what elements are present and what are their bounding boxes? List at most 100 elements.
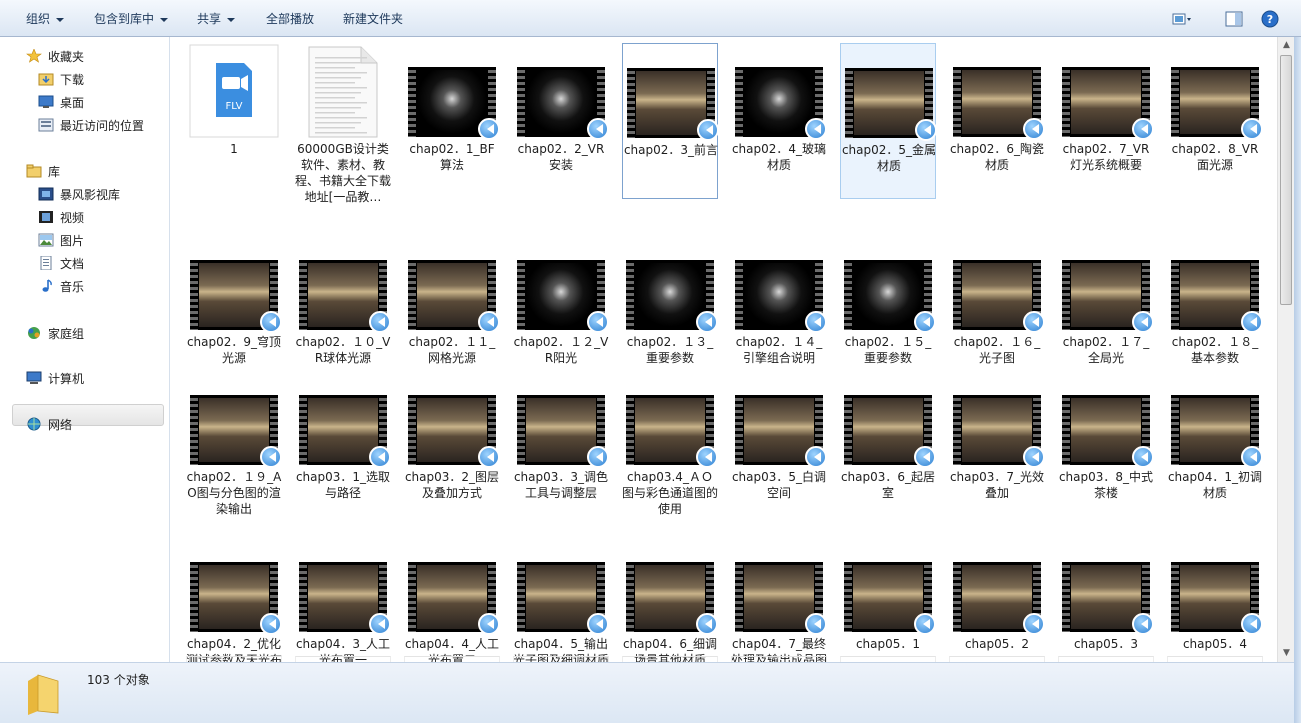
sidebar-network[interactable]: 网络 — [26, 415, 72, 435]
file-tile[interactable]: chap04．6_细调场景其他材质 — [622, 538, 718, 662]
sidebar-item-downloads[interactable]: 下载 — [38, 70, 84, 90]
file-tile[interactable]: chap03．1_选取与路径 — [295, 371, 391, 500]
file-thumbnail — [186, 538, 282, 635]
file-tile[interactable]: chap02．8_VR面光源 — [1167, 43, 1263, 199]
sidebar-favorites[interactable]: 收藏夹 — [26, 47, 84, 67]
file-thumbnail — [1167, 43, 1263, 140]
downloads-folder-icon — [38, 72, 54, 86]
share-button[interactable]: 共享 — [197, 11, 236, 27]
file-tile[interactable]: chap02．１７_全局光 — [1058, 236, 1154, 365]
flv-file-icon — [189, 44, 279, 138]
video-frame — [1071, 565, 1141, 629]
file-tile[interactable]: chap02．１６_光子图 — [949, 236, 1045, 365]
video-frame — [526, 565, 596, 629]
file-tile[interactable]: chap05．1 — [840, 538, 936, 662]
player-badge-icon — [696, 311, 718, 333]
sidebar-item-label: 暴风影视库 — [60, 188, 121, 202]
video-thumbnail — [1171, 260, 1263, 333]
sidebar-item-documents[interactable]: 文档 — [38, 254, 84, 274]
file-tile[interactable]: chap04．3_人工光布置一 — [295, 538, 391, 662]
file-tile[interactable]: chap04．5_输出光子图及细调材质 — [513, 538, 609, 662]
video-thumbnail — [953, 67, 1045, 140]
file-tile[interactable]: chap03．7_光效叠加 — [949, 371, 1045, 500]
file-tile[interactable]: chap02．6_陶瓷材质 — [949, 43, 1045, 199]
file-tile[interactable]: chap04．2_优化测试参数及天光布置 — [186, 538, 282, 662]
file-tile[interactable]: chap02．１４_引擎组合说明 — [731, 236, 827, 365]
file-thumbnail — [404, 538, 500, 635]
file-tile[interactable]: chap03．6_起居室 — [840, 371, 936, 500]
scrollbar-thumb[interactable] — [1280, 55, 1292, 305]
video-thumbnail — [408, 395, 500, 468]
sidebar-item-pictures[interactable]: 图片 — [38, 231, 84, 251]
preview-pane-button[interactable] — [1224, 10, 1244, 28]
sidebar-homegroup[interactable]: 家庭组 — [26, 324, 84, 344]
file-tile[interactable]: chap02．9_穹顶光源 — [186, 236, 282, 365]
player-badge-icon — [478, 613, 500, 635]
film-strip — [299, 395, 307, 465]
include-in-library-button[interactable]: 包含到库中 — [94, 11, 169, 27]
file-name: chap02．2_VR安装 — [517, 142, 605, 172]
player-badge-icon — [260, 311, 282, 333]
file-thumbnail — [295, 538, 391, 635]
file-tile[interactable]: chap02．3_前言 — [622, 43, 719, 199]
sidebar-computer[interactable]: 计算机 — [26, 369, 84, 389]
file-tile[interactable]: chap02．1_BF算法 — [404, 43, 500, 199]
file-tile[interactable]: chap02．１３_重要参数 — [622, 236, 718, 365]
file-tile[interactable]: chap05．2 — [949, 538, 1045, 662]
video-thumbnail — [735, 395, 827, 468]
video-frame — [636, 71, 706, 135]
video-frame — [744, 70, 814, 134]
scroll-down-arrow-icon[interactable]: ▼ — [1278, 645, 1295, 662]
organize-button[interactable]: 组织 — [26, 11, 65, 27]
chevron-down-icon — [160, 17, 169, 22]
file-tile[interactable]: chap04．1_初调材质 — [1167, 371, 1263, 500]
player-badge-icon — [478, 446, 500, 468]
file-tile[interactable]: chap05．3 — [1058, 538, 1154, 662]
video-frame — [635, 398, 705, 462]
file-tile[interactable]: chap02．１０_VR球体光源 — [295, 236, 391, 365]
change-view-button[interactable] — [1172, 10, 1192, 28]
vertical-scrollbar[interactable]: ▲ ▼ — [1277, 37, 1294, 662]
svg-text:?: ? — [1267, 13, 1273, 26]
file-tile[interactable]: 60000GB设计类软件、素材、教程、书籍大全下载地址[一品教… — [295, 43, 391, 204]
player-badge-icon — [478, 311, 500, 333]
file-tile[interactable]: chap02．１８_基本参数 — [1167, 236, 1263, 365]
file-tile[interactable]: chap02．１９_AO图与分色图的渲染输出 — [186, 371, 282, 516]
file-thumbnail — [949, 236, 1045, 333]
file-tile[interactable]: chap02．5_金属材质 — [840, 43, 937, 199]
sidebar-item-videos[interactable]: 视频 — [38, 208, 84, 228]
file-name: chap02．１９_AO图与分色图的渲染输出 — [186, 470, 282, 516]
file-tile[interactable]: FLV 1 — [186, 43, 282, 199]
file-tile[interactable]: chap04．7_最终处理及输出成品图 — [731, 538, 827, 662]
scroll-up-arrow-icon[interactable]: ▲ — [1278, 37, 1295, 54]
file-tile[interactable]: chap03．8_中式茶楼 — [1058, 371, 1154, 500]
video-thumbnail — [845, 68, 937, 141]
film-strip — [517, 562, 525, 632]
file-tile[interactable]: chap03．5_白调空间 — [731, 371, 827, 500]
new-folder-button[interactable]: 新建文件夹 — [343, 11, 403, 27]
video-thumbnail — [735, 260, 827, 333]
film-strip — [517, 260, 525, 330]
sidebar-item-baofeng-library[interactable]: 暴风影视库 — [38, 185, 120, 205]
file-tile[interactable]: chap02．7_VR灯光系统概要 — [1058, 43, 1154, 199]
file-tile[interactable]: chap02．１１_网格光源 — [404, 236, 500, 365]
file-tile[interactable]: chap02．2_VR安装 — [513, 43, 609, 199]
sidebar-item-music[interactable]: 音乐 — [38, 277, 84, 297]
sidebar-item-recent-places[interactable]: 最近访问的位置 — [38, 116, 144, 136]
file-tile[interactable]: chap03．3_调色工具与调整层 — [513, 371, 609, 500]
file-tile[interactable]: chap02．１５_重要参数 — [840, 236, 936, 365]
file-tile[interactable]: chap05．4 — [1167, 538, 1263, 662]
video-frame — [853, 398, 923, 462]
play-all-button[interactable]: 全部播放 — [266, 11, 314, 27]
sidebar-libraries[interactable]: 库 — [26, 162, 60, 182]
file-tile[interactable]: chap02．１２_VR阳光 — [513, 236, 609, 365]
file-thumbnail — [295, 371, 391, 468]
file-tile[interactable]: chap03.4_ＡＯ图与彩色通道图的使用 — [622, 371, 718, 516]
file-tile[interactable]: chap04．4_人工光布置二 — [404, 538, 500, 662]
file-tile[interactable]: chap03．2_图层及叠加方式 — [404, 371, 500, 500]
file-tile[interactable]: chap02．4_玻璃材质 — [731, 43, 827, 199]
video-frame — [1180, 70, 1250, 134]
sidebar-item-desktop[interactable]: 桌面 — [38, 93, 84, 113]
player-badge-icon — [587, 311, 609, 333]
help-button[interactable]: ? — [1260, 10, 1280, 28]
